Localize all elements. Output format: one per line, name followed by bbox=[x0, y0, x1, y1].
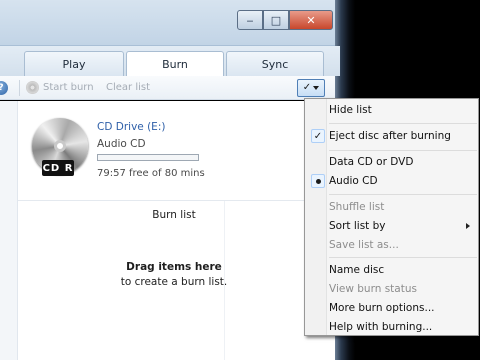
menu-item-hide-list[interactable]: Hide list bbox=[306, 100, 478, 120]
clear-list-button[interactable]: Clear list bbox=[106, 82, 150, 93]
list-options-icon: ✓ bbox=[302, 82, 312, 93]
menu-separator bbox=[329, 150, 477, 151]
disc-capacity-bar bbox=[97, 154, 199, 161]
start-burn-button[interactable]: Start burn bbox=[26, 81, 94, 94]
burn-list-title[interactable]: Burn list bbox=[114, 209, 234, 221]
drag-hint-subtitle: to create a burn list. bbox=[120, 276, 228, 288]
menu-item-label: Shuffle list bbox=[329, 201, 385, 213]
menu-separator bbox=[329, 257, 477, 258]
menu-item-label: Sort list by bbox=[329, 220, 386, 232]
menu-item-help-with-burning[interactable]: Help with burning... bbox=[306, 317, 478, 337]
window-controls: ‒ □ ✕ bbox=[237, 10, 333, 30]
menu-item-label: Hide list bbox=[329, 104, 372, 116]
radio-bullet-icon bbox=[311, 174, 325, 188]
chevron-right-icon bbox=[466, 223, 470, 229]
menu-item-label: Name disc bbox=[329, 264, 385, 276]
media-player-window: ‒ □ ✕ Play Burn Sync ? Start burn Clear … bbox=[0, 0, 480, 360]
drag-hint-title: Drag items here bbox=[126, 261, 222, 273]
menu-item-label: Save list as... bbox=[329, 239, 399, 251]
menu-item-label: More burn options... bbox=[329, 302, 435, 314]
disc-type: Audio CD bbox=[97, 138, 146, 150]
menu-separator bbox=[329, 123, 477, 124]
menu-item-more-burn-options[interactable]: More burn options... bbox=[306, 298, 478, 318]
title-bar: ‒ □ ✕ bbox=[0, 0, 340, 46]
disc-icon bbox=[26, 81, 39, 94]
menu-item-label: Audio CD bbox=[329, 175, 378, 187]
menu-item-label: Data CD or DVD bbox=[329, 156, 414, 168]
menu-item-label: View burn status bbox=[329, 283, 417, 295]
menu-item-sort-list-by[interactable]: Sort list by bbox=[306, 216, 478, 236]
maximize-button[interactable]: □ bbox=[263, 10, 289, 30]
drive-name[interactable]: CD Drive (E:) bbox=[97, 121, 165, 133]
menu-item-label: Eject disc after burning bbox=[329, 130, 451, 142]
menu-item-save-list[interactable]: Save list as... bbox=[306, 235, 478, 255]
toolbar-divider bbox=[19, 80, 20, 96]
burn-toolbar: ? Start burn Clear list bbox=[0, 76, 335, 100]
tab-burn[interactable]: Burn bbox=[126, 51, 224, 77]
checkmark-icon: ✓ bbox=[311, 129, 325, 143]
menu-item-eject-disc[interactable]: ✓ Eject disc after burning bbox=[306, 126, 478, 146]
menu-item-name-disc[interactable]: Name disc bbox=[306, 260, 478, 280]
disc-free-space: 79:57 free of 80 mins bbox=[97, 168, 205, 179]
help-icon[interactable]: ? bbox=[0, 81, 8, 95]
menu-item-data-cd[interactable]: Data CD or DVD bbox=[306, 152, 478, 172]
tab-sync[interactable]: Sync bbox=[226, 51, 324, 76]
chevron-down-icon bbox=[313, 86, 320, 90]
navigation-pane-edge bbox=[0, 101, 18, 360]
burn-options-menu: Hide list ✓ Eject disc after burning Dat… bbox=[304, 98, 479, 336]
menu-item-view-burn-status[interactable]: View burn status bbox=[306, 279, 478, 299]
menu-item-shuffle-list[interactable]: Shuffle list bbox=[306, 197, 478, 217]
menu-separator bbox=[329, 194, 477, 195]
close-button[interactable]: ✕ bbox=[289, 10, 333, 30]
cd-disc-hole bbox=[54, 140, 66, 152]
start-burn-label: Start burn bbox=[43, 82, 94, 93]
minimize-button[interactable]: ‒ bbox=[237, 10, 263, 30]
tab-strip: Play Burn Sync bbox=[0, 46, 340, 77]
list-options-button[interactable]: ✓ bbox=[297, 79, 325, 97]
cdr-label: CD R bbox=[42, 160, 74, 176]
tab-play[interactable]: Play bbox=[24, 51, 124, 76]
menu-item-label: Help with burning... bbox=[329, 321, 433, 333]
menu-item-audio-cd[interactable]: Audio CD bbox=[306, 171, 478, 191]
